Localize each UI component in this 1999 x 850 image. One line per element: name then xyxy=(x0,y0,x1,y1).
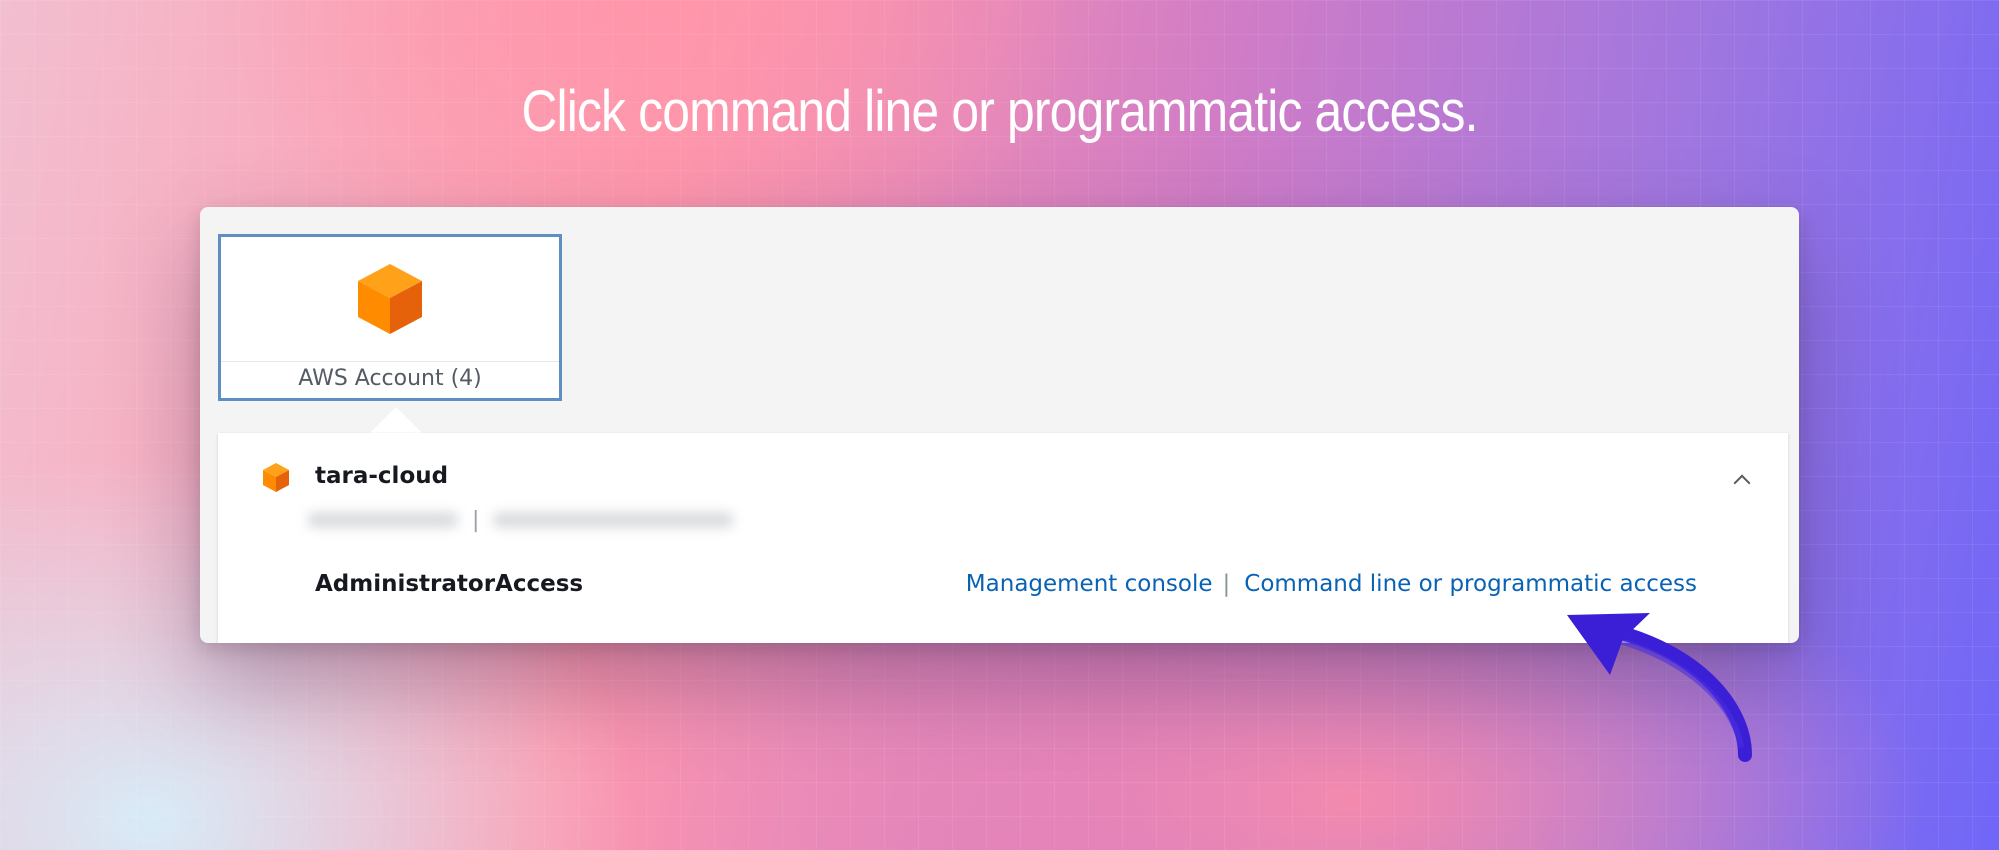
redacted-account-id xyxy=(308,513,458,527)
chevron-up-icon[interactable] xyxy=(1733,474,1751,492)
management-console-link[interactable]: Management console xyxy=(966,571,1213,597)
role-name: AdministratorAccess xyxy=(315,571,584,597)
command-line-access-link[interactable]: Command line or programmatic access xyxy=(1244,571,1697,597)
aws-account-app-tile[interactable]: AWS Account (4) xyxy=(218,234,562,401)
link-separator: | xyxy=(1222,571,1231,597)
account-details-redacted: | xyxy=(308,505,748,535)
app-tile-label: AWS Account (4) xyxy=(298,366,482,391)
aws-cube-icon xyxy=(358,264,422,334)
role-links: Management console | Command line or pro… xyxy=(966,571,1697,597)
tile-divider xyxy=(221,361,559,362)
aws-cube-icon xyxy=(263,463,289,492)
redacted-account-email xyxy=(493,513,734,527)
account-row: tara-cloud | AdministratorAccess Managem… xyxy=(218,433,1788,643)
instruction-headline: Click command line or programmatic acces… xyxy=(521,79,1478,144)
curved-arrow-icon xyxy=(1567,613,1752,762)
aws-portal-panel: AWS Account (4) tara-cloud | Administrat… xyxy=(200,207,1799,643)
details-separator: | xyxy=(472,507,480,533)
selection-caret xyxy=(370,407,422,433)
account-name[interactable]: tara-cloud xyxy=(315,463,448,489)
